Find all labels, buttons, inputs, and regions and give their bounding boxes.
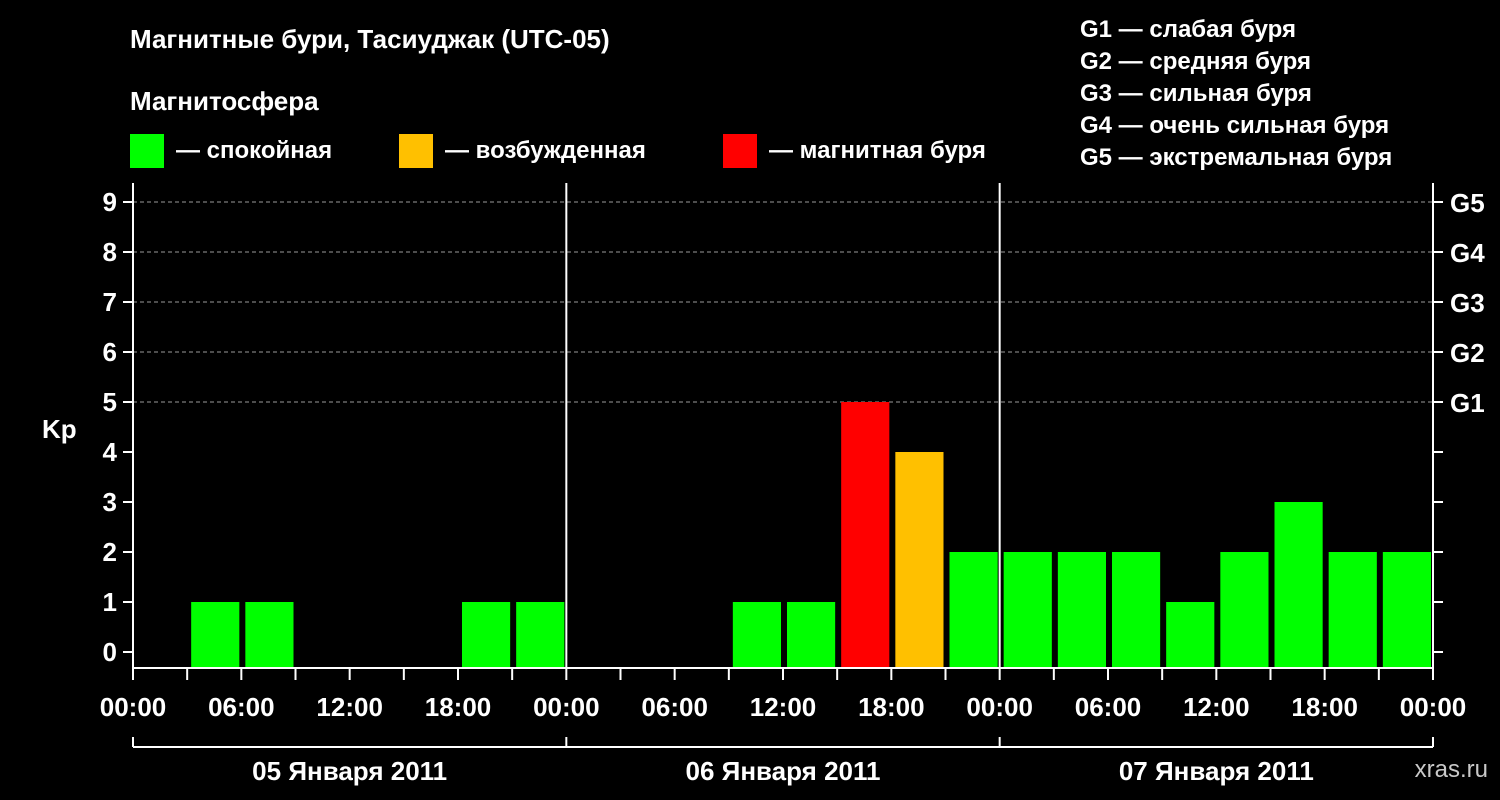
x-tick-label: 12:00 xyxy=(1183,692,1250,722)
x-tick-label: 12:00 xyxy=(750,692,817,722)
kp-bar xyxy=(1274,502,1323,668)
kp-bar xyxy=(191,602,240,668)
kp-bar xyxy=(462,602,511,668)
g-scale-label: G1 xyxy=(1450,388,1485,418)
day-label: 06 Января 2011 xyxy=(686,756,881,786)
g-scale-label: G3 xyxy=(1450,288,1485,318)
y-tick-label: 0 xyxy=(103,637,117,667)
kp-bar xyxy=(787,602,836,668)
kp-bar xyxy=(732,602,781,668)
day-label: 07 Января 2011 xyxy=(1119,756,1314,786)
y-tick-label: 7 xyxy=(103,287,117,317)
y-tick-label: 4 xyxy=(103,437,118,467)
y-tick-label: 8 xyxy=(103,237,117,267)
x-tick-label: 00:00 xyxy=(1400,692,1467,722)
kp-bar xyxy=(1328,552,1377,668)
y-tick-label: 6 xyxy=(103,337,117,367)
x-tick-label: 12:00 xyxy=(316,692,383,722)
kp-bar xyxy=(1003,552,1052,668)
kp-bar xyxy=(1166,602,1215,668)
kp-bar xyxy=(1057,552,1106,668)
x-tick-label: 18:00 xyxy=(1291,692,1358,722)
y-tick-label: 9 xyxy=(103,187,117,217)
x-tick-label: 00:00 xyxy=(100,692,167,722)
y-axis-label: Kp xyxy=(42,414,77,444)
g-scale-label: G5 xyxy=(1450,188,1485,218)
g-scale-label: G2 xyxy=(1450,338,1485,368)
g-scale-label: G4 xyxy=(1450,238,1485,268)
y-tick-label: 1 xyxy=(103,587,117,617)
kp-bar xyxy=(1220,552,1269,668)
x-tick-label: 18:00 xyxy=(425,692,492,722)
kp-bar xyxy=(516,602,565,668)
kp-bar xyxy=(245,602,294,668)
x-tick-label: 06:00 xyxy=(1075,692,1142,722)
kp-bar-chart: 0 1 2 3 4 5 6 7 8 9 G1 G2 G3 G4 G5 Kp 00:00 06:00 12:00 18:… xyxy=(42,183,1485,786)
x-tick-label: 00:00 xyxy=(533,692,600,722)
y-tick-label: 3 xyxy=(103,487,117,517)
kp-bar xyxy=(895,452,944,668)
kp-bar xyxy=(1382,552,1431,668)
y-tick-label: 5 xyxy=(103,387,117,417)
day-label: 05 Января 2011 xyxy=(252,756,447,786)
kp-bar xyxy=(841,402,890,668)
x-tick-label: 18:00 xyxy=(858,692,925,722)
y-tick-label: 2 xyxy=(103,537,117,567)
x-tick-label: 06:00 xyxy=(208,692,275,722)
x-tick-label: 00:00 xyxy=(966,692,1033,722)
kp-bar xyxy=(1112,552,1161,668)
x-tick-label: 06:00 xyxy=(641,692,708,722)
kp-bar xyxy=(949,552,998,668)
